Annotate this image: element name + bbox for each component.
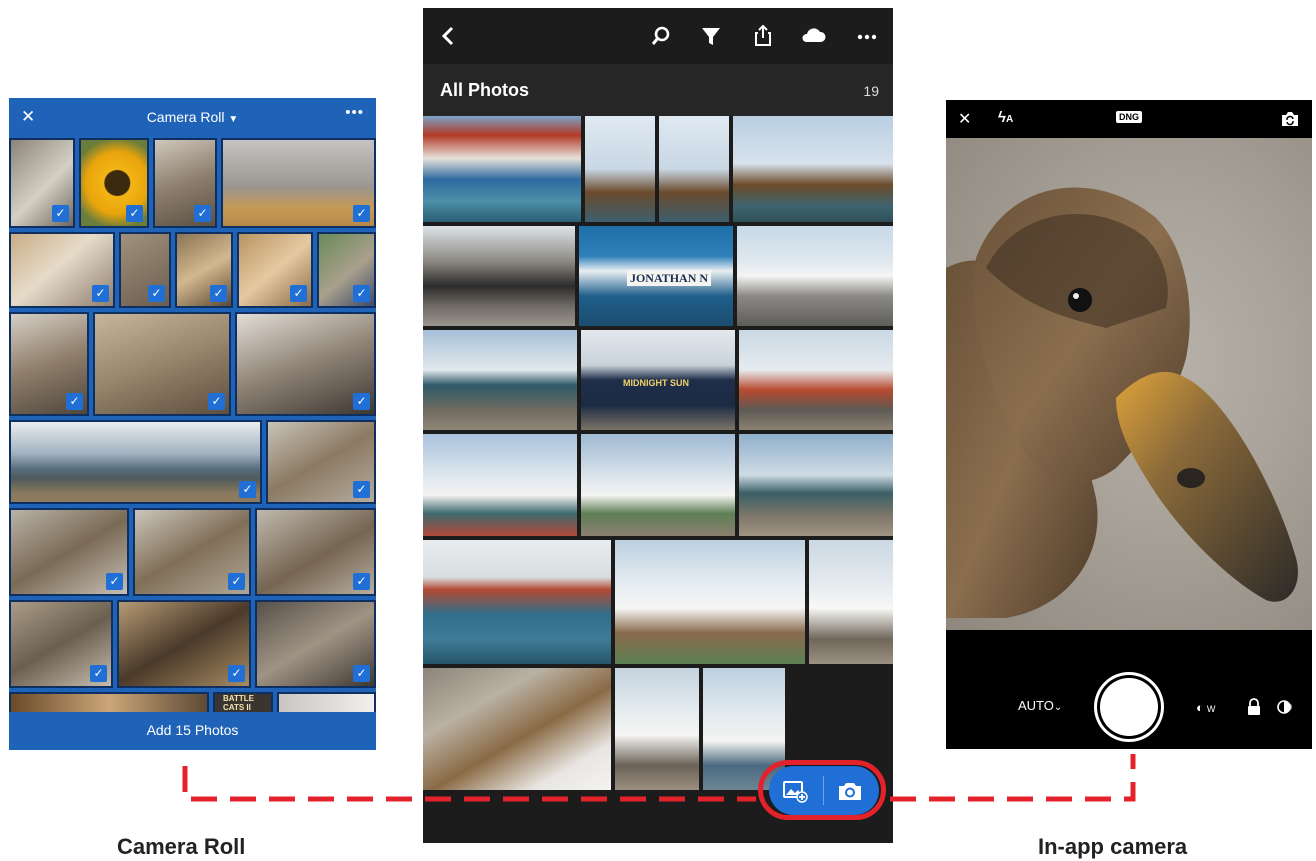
caption-camera-roll: Camera Roll <box>117 834 246 859</box>
caption-in-app-camera: In-app camera <box>1038 834 1188 859</box>
connector-lines <box>182 754 1136 802</box>
